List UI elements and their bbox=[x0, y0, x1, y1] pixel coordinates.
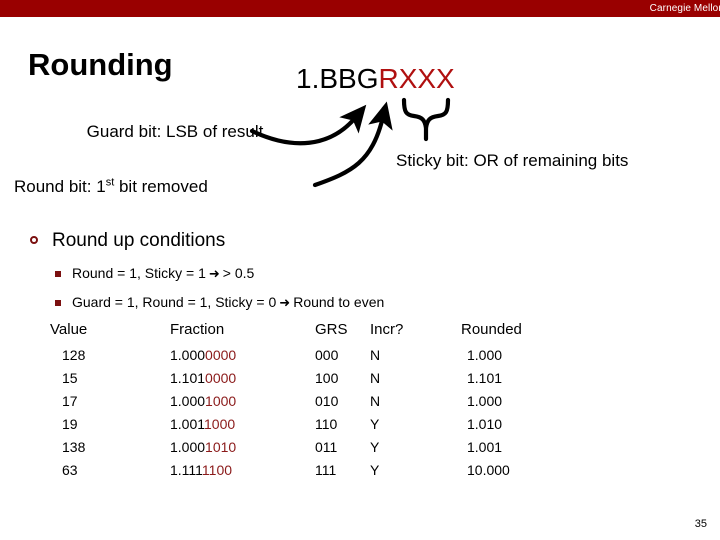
bullet-round-up-conditions: Round up conditions bbox=[30, 228, 225, 253]
cell-value: 63 bbox=[62, 462, 78, 478]
right-arrow-icon: ➜ bbox=[279, 296, 291, 311]
institution-label: Carnegie Mellon bbox=[649, 3, 720, 14]
cell-incr: Y bbox=[370, 416, 380, 432]
column-header-rounded: Rounded bbox=[461, 321, 522, 338]
right-arrow-icon: ➜ bbox=[208, 267, 220, 282]
circle-bullet-icon bbox=[30, 236, 38, 244]
cell-rounded: 1.001 bbox=[467, 439, 503, 455]
cell-rounded: 1.101 bbox=[467, 370, 503, 386]
cell-value: 15 bbox=[62, 370, 78, 386]
top-banner: Carnegie Mellon bbox=[0, 0, 720, 17]
guard-bit-label: Guard bit: LSB of result bbox=[86, 122, 264, 141]
sub-bullet-2-left: Guard = 1, Round = 1, Sticky = 0 bbox=[72, 294, 277, 310]
rounding-examples-table: Value Fraction GRS Incr? Rounded 128 1.0… bbox=[50, 321, 551, 485]
column-header-incr: Incr? bbox=[370, 321, 404, 338]
fraction-dropped-bits: 1000 bbox=[205, 393, 237, 409]
cell-value: 19 bbox=[62, 416, 78, 432]
table-row: 19 1.0011000 110 Y 1.010 bbox=[50, 416, 551, 439]
cell-incr: N bbox=[370, 347, 381, 363]
fraction-kept-bits: 1.111 bbox=[170, 462, 202, 478]
cell-grs: 010 bbox=[315, 393, 339, 409]
sub-bullet-2-right: Round to even bbox=[293, 294, 385, 310]
cell-grs: 011 bbox=[315, 439, 338, 455]
table-row: 138 1.0001010 011 Y 1.001 bbox=[50, 439, 551, 462]
cell-rounded: 10.000 bbox=[467, 462, 510, 478]
cell-fraction: 1.0000000 bbox=[170, 347, 315, 370]
table-row: 15 1.1010000 100 N 1.101 bbox=[50, 370, 551, 393]
table-body: 128 1.0000000 000 N 1.000 15 1.1010000 1… bbox=[50, 347, 551, 485]
column-header-fraction: Fraction bbox=[170, 321, 225, 338]
cell-incr: Y bbox=[370, 439, 380, 455]
cell-grs: 100 bbox=[315, 370, 339, 386]
round-bit-label: Round bit: 1st bit removed bbox=[14, 176, 208, 198]
cell-value: 128 bbox=[62, 347, 86, 363]
cell-incr: N bbox=[370, 370, 381, 386]
round-bit-label-prefix: Round bit: 1 bbox=[14, 177, 106, 196]
column-header-value: Value bbox=[50, 321, 88, 338]
cell-grs: 000 bbox=[315, 347, 339, 363]
sticky-bit-label: Sticky bit: OR of remaining bits bbox=[396, 151, 629, 170]
round-bit-arrow bbox=[312, 101, 393, 188]
fraction-dropped-bits: 1100 bbox=[201, 462, 233, 478]
table-row: 63 1.1111100 111 Y 10.000 bbox=[50, 462, 551, 485]
fraction-dropped-bits: 1000 bbox=[204, 416, 236, 432]
cell-grs: 110 bbox=[315, 416, 338, 432]
sub-bullet-1-left: Round = 1, Sticky = 1 bbox=[72, 265, 206, 281]
column-header-grs: GRS bbox=[315, 321, 348, 338]
fraction-dropped-bits: 0000 bbox=[205, 347, 237, 363]
table-header-row: Value Fraction GRS Incr? Rounded bbox=[50, 321, 551, 347]
cell-incr: Y bbox=[370, 462, 380, 478]
fraction-dropped-bits: 0000 bbox=[205, 370, 237, 386]
fraction-kept-bits: 1.000 bbox=[170, 439, 206, 455]
table-row: 17 1.0001000 010 N 1.000 bbox=[50, 393, 551, 416]
sub-bullet-1-right: > 0.5 bbox=[222, 265, 255, 281]
square-bullet-icon bbox=[55, 271, 61, 277]
cell-fraction: 1.1111100 bbox=[170, 462, 315, 485]
sub-bullet-condition-1: Round = 1, Sticky = 1 ➜ > 0.5 bbox=[55, 264, 254, 284]
page-title: Rounding bbox=[28, 47, 173, 82]
fraction-kept-bits: 1.001 bbox=[170, 416, 204, 432]
cell-grs: 111 bbox=[315, 462, 337, 478]
sticky-bits-brace bbox=[401, 97, 451, 131]
cell-incr: N bbox=[370, 393, 381, 409]
square-bullet-icon bbox=[55, 300, 61, 306]
cell-rounded: 1.000 bbox=[467, 347, 503, 363]
round-bit-ordinal-suffix: st bbox=[105, 176, 115, 189]
bit-pattern: 1.BBGRXXX bbox=[296, 62, 455, 96]
bullet-round-up-conditions-label: Round up conditions bbox=[52, 230, 226, 251]
fraction-kept-bits: 1.000 bbox=[170, 393, 206, 409]
fraction-dropped-bits: 1010 bbox=[205, 439, 237, 455]
bit-pattern-suffix: RXXX bbox=[378, 63, 455, 94]
fraction-kept-bits: 1.000 bbox=[170, 347, 206, 363]
table-row: 128 1.0000000 000 N 1.000 bbox=[50, 347, 551, 370]
page-number: 35 bbox=[694, 518, 707, 530]
cell-fraction: 1.1010000 bbox=[170, 370, 315, 393]
cell-value: 17 bbox=[62, 393, 78, 409]
cell-fraction: 1.0001000 bbox=[170, 393, 315, 416]
cell-fraction: 1.0011000 bbox=[170, 416, 315, 439]
cell-rounded: 1.000 bbox=[467, 393, 503, 409]
cell-rounded: 1.010 bbox=[467, 416, 503, 432]
fraction-kept-bits: 1.101 bbox=[170, 370, 206, 386]
cell-fraction: 1.0001010 bbox=[170, 439, 315, 462]
round-bit-label-suffix: bit removed bbox=[114, 177, 208, 196]
cell-value: 138 bbox=[62, 439, 86, 455]
bit-pattern-prefix: 1.BBG bbox=[296, 63, 379, 94]
sub-bullet-condition-2: Guard = 1, Round = 1, Sticky = 0 ➜ Round t… bbox=[55, 293, 384, 313]
